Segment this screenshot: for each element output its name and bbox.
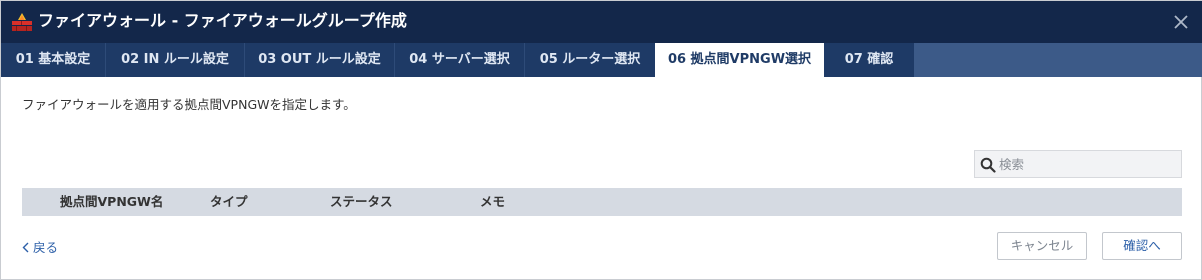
search-icon bbox=[980, 157, 996, 173]
firewall-group-create-dialog: ファイアウォール - ファイアウォールグループ作成 01 基本設定 02 IN … bbox=[0, 0, 1202, 280]
column-header-type[interactable]: タイプ bbox=[210, 188, 248, 216]
cancel-button[interactable]: キャンセル bbox=[997, 232, 1087, 260]
title-bar: ファイアウォール - ファイアウォールグループ作成 bbox=[1, 1, 1202, 43]
confirm-button[interactable]: 確認へ bbox=[1102, 232, 1182, 260]
close-icon bbox=[1174, 15, 1188, 29]
back-link[interactable]: 戻る bbox=[22, 237, 58, 256]
close-button[interactable] bbox=[1159, 1, 1202, 43]
tab-router-select[interactable]: 05 ルーター選択 bbox=[525, 43, 655, 77]
wizard-tabs: 01 基本設定 02 IN ルール設定 03 OUT ルール設定 04 サーバー… bbox=[1, 43, 1202, 77]
tab-server-select[interactable]: 04 サーバー選択 bbox=[395, 43, 524, 77]
tab-basic-settings[interactable]: 01 基本設定 bbox=[1, 43, 105, 77]
tab-out-rules[interactable]: 03 OUT ルール設定 bbox=[245, 43, 394, 77]
tab-confirm[interactable]: 07 確認 bbox=[824, 43, 914, 77]
table-header: 拠点間VPNGW名 タイプ ステータス メモ bbox=[22, 188, 1182, 216]
step-description: ファイアウォールを適用する拠点間VPNGWを指定します。 bbox=[22, 97, 356, 112]
search-box[interactable] bbox=[974, 150, 1182, 178]
tab-bar-filler bbox=[914, 43, 1202, 77]
back-label: 戻る bbox=[33, 240, 59, 255]
column-header-vpngw-name[interactable]: 拠点間VPNGW名 bbox=[60, 188, 163, 216]
firewall-icon bbox=[12, 13, 32, 31]
column-header-memo[interactable]: メモ bbox=[480, 188, 505, 216]
dialog-title: ファイアウォール - ファイアウォールグループ作成 bbox=[38, 11, 407, 30]
search-input[interactable] bbox=[999, 154, 1175, 174]
column-header-status[interactable]: ステータス bbox=[330, 188, 393, 216]
tab-in-rules[interactable]: 02 IN ルール設定 bbox=[106, 43, 244, 77]
tab-vpngw-select[interactable]: 06 拠点間VPNGW選択 bbox=[655, 43, 824, 77]
chevron-left-icon bbox=[22, 242, 29, 253]
